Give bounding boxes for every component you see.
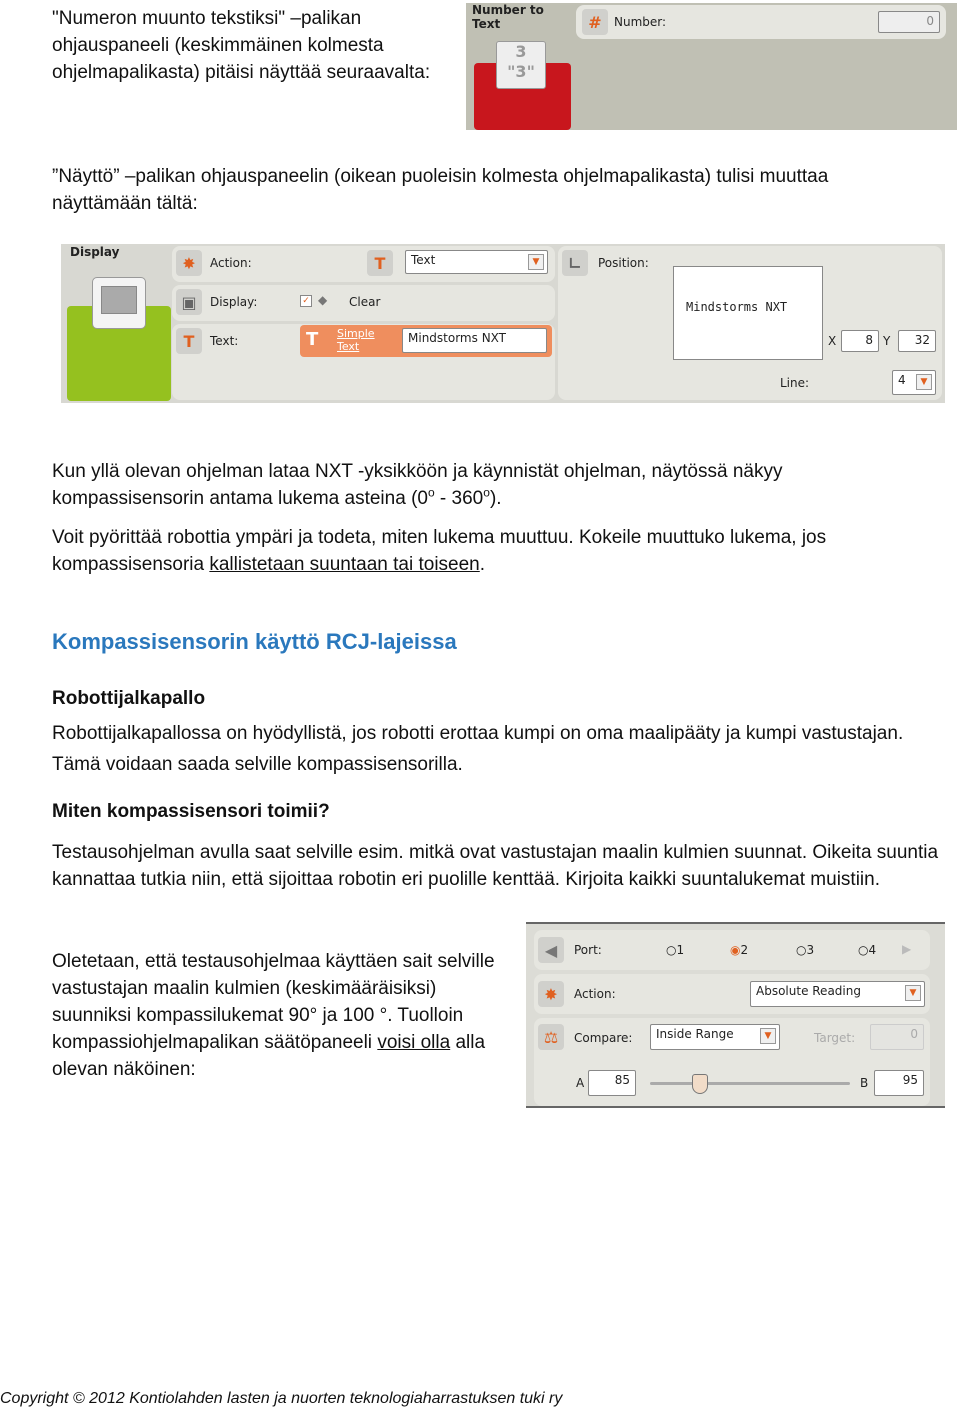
display-icon: ▣ — [176, 289, 202, 315]
result-paragraph: Kun yllä olevan ohjelman lataa NXT -yksi… — [52, 461, 783, 509]
could-be-link[interactable]: voisi olla — [377, 1032, 450, 1053]
text-label: Text: — [210, 334, 239, 348]
target-input[interactable]: 0 — [870, 1024, 924, 1050]
clear-checkbox[interactable]: ✓ — [300, 295, 312, 307]
compare-value: Inside Range — [656, 1027, 734, 1041]
port-radio-3[interactable]: ○3 — [796, 943, 814, 957]
x-label: X — [828, 334, 837, 348]
text-type-icon: T — [367, 250, 393, 276]
chevron-down-icon: ▼ — [916, 374, 932, 390]
y-label: Y — [883, 334, 891, 348]
position-label: Position: — [598, 256, 649, 270]
display-label: Display: — [210, 295, 258, 309]
text-input[interactable]: Mindstorms NXT — [402, 328, 547, 353]
compare-label: Compare: — [574, 1031, 633, 1045]
b-label: B — [860, 1076, 869, 1090]
intro-paragraph: "Numeron muunto tekstiksi" –palikan ohja… — [52, 8, 431, 83]
footer-copyright: Copyright © 2012 Kontiolahden lasten ja … — [0, 1390, 563, 1407]
block-title: Display — [70, 245, 120, 259]
a-input[interactable]: 85 — [588, 1070, 636, 1096]
b-input[interactable]: 95 — [874, 1070, 924, 1096]
action-label: Action: — [574, 987, 616, 1001]
display-paragraph: ”Näyttö” –palikan ohjauspaneelin (oikean… — [52, 166, 829, 214]
subheading-how: Miten kompassisensori toimii? — [52, 801, 330, 822]
compare-dropdown[interactable]: Inside Range ▼ — [650, 1024, 780, 1050]
tilt-link[interactable]: kallistetaan suuntaan tai toiseen — [209, 554, 479, 575]
display-preview[interactable]: Mindstorms NXT — [673, 266, 823, 360]
slider-handle[interactable] — [692, 1074, 708, 1094]
y-input[interactable]: 32 — [898, 330, 936, 352]
action-icon: ✸ — [538, 981, 564, 1007]
action-dropdown[interactable]: Absolute Reading ▼ — [750, 981, 925, 1007]
block-title: Number to Text — [472, 3, 544, 31]
action-icon: ✸ — [176, 250, 202, 276]
simple-text-link[interactable]: Simple Text — [337, 327, 382, 353]
line-value: 4 — [898, 373, 906, 387]
action-value: Text — [411, 253, 436, 267]
clear-label: Clear — [349, 295, 381, 309]
text-icon: T — [306, 329, 319, 350]
target-label: Target: — [814, 1031, 856, 1045]
number-to-text-panel: Number to Text 3 "3" # Number: 0 — [466, 3, 957, 130]
eraser-icon: ◆ — [318, 293, 328, 307]
line-label: Line: — [780, 376, 810, 390]
chevron-down-icon: ▼ — [760, 1028, 776, 1044]
section-heading: Kompassisensorin käyttö RCJ-lajeissa — [52, 629, 457, 654]
action-value: Absolute Reading — [756, 984, 861, 998]
range-slider[interactable] — [650, 1082, 850, 1085]
play-arrow-icon[interactable]: ▶ — [902, 942, 911, 956]
port-icon: ◀ — [538, 937, 564, 963]
chevron-down-icon: ▼ — [528, 254, 544, 270]
testing-paragraph: Testausohjelman avulla saat selville esi… — [52, 842, 939, 890]
tilt-paragraph: Voit pyörittää robottia ympäri ja todeta… — [52, 527, 827, 575]
action-dropdown[interactable]: Text ▼ — [405, 250, 548, 274]
port-radio-4[interactable]: ○4 — [858, 943, 876, 957]
display-panel: Display ✸ Action: T Text ▼ ▣ Display: ✓ ◆… — [61, 244, 945, 403]
number-input[interactable]: 0 — [878, 11, 940, 33]
port-radio-1[interactable]: ○1 — [666, 943, 684, 957]
a-label: A — [576, 1076, 585, 1090]
number-to-text-icon: 3 "3" — [496, 41, 546, 89]
chevron-down-icon: ▼ — [905, 985, 921, 1001]
subheading-football: Robottijalkapallo — [52, 688, 206, 709]
simple-text-section: T Simple Text Mindstorms NXT — [300, 325, 552, 357]
number-label: Number: — [614, 15, 667, 29]
action-label: Action: — [210, 256, 252, 270]
line-dropdown[interactable]: 4 ▼ — [892, 370, 936, 395]
text-icon: T — [176, 328, 202, 354]
position-icon: ∟ — [562, 250, 588, 276]
assumption-paragraph: Oletetaan, että testausohjelmaa käyttäen… — [52, 951, 495, 1080]
port-label: Port: — [574, 943, 602, 957]
hash-icon: # — [582, 9, 608, 35]
scale-icon: ⚖ — [538, 1024, 564, 1050]
football-paragraph: Robottijalkapallossa on hyödyllistä, jos… — [52, 723, 904, 775]
x-input[interactable]: 8 — [841, 330, 879, 352]
display-block-icon — [92, 277, 146, 329]
compass-panel: ◀ Port: ○1 ◉2 ○3 ○4 ▶ ✸ Action: Absolute… — [526, 922, 945, 1108]
port-radio-2[interactable]: ◉2 — [730, 943, 748, 957]
